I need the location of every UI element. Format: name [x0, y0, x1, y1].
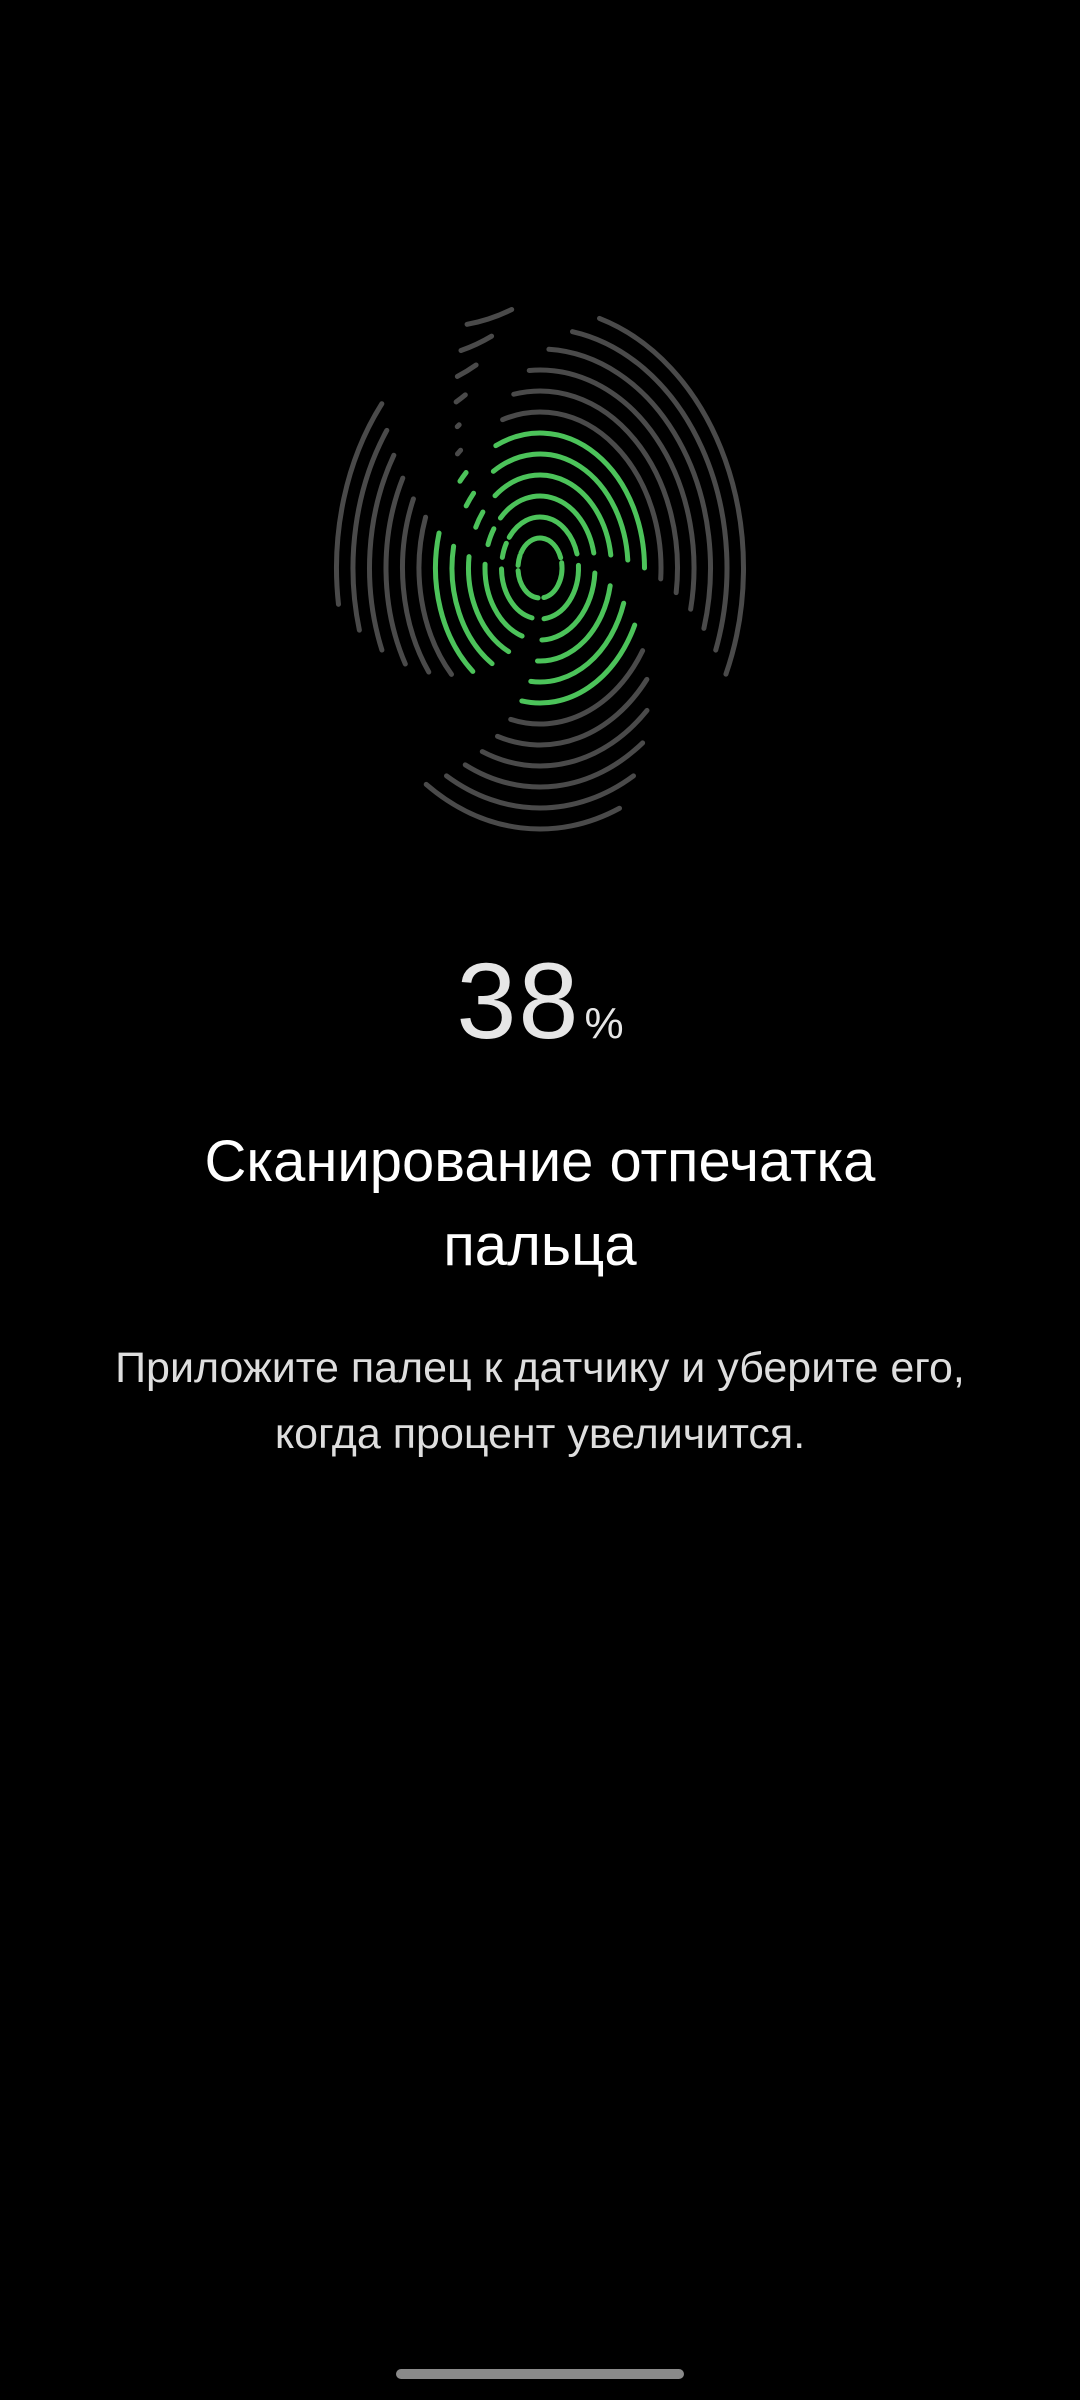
fingerprint-ridge	[541, 560, 565, 601]
fingerprint-ridge	[569, 329, 730, 653]
fingerprint-ridge	[511, 388, 680, 596]
fingerprint-ridge	[515, 568, 541, 601]
fingerprint-ridge	[506, 514, 580, 557]
fingerprint-ridge	[457, 470, 469, 484]
fingerprint-ridge	[497, 493, 597, 556]
fingerprint-ridge	[458, 333, 495, 353]
fingerprint-ridge	[473, 509, 486, 530]
fingerprint-ridge	[453, 392, 468, 405]
fingerprint-ridge	[526, 367, 697, 612]
fingerprint-ridge	[499, 540, 509, 560]
fingerprint-ridge	[444, 773, 636, 811]
progress-value: 38	[456, 940, 581, 1061]
instruction-text: Приложите палец к датчику и уберите его,…	[115, 1344, 965, 1458]
page-title: Сканирование отпечатка пальца	[204, 1129, 876, 1278]
fingerprint-ridge	[508, 648, 646, 727]
fingerprint-ridge	[454, 447, 464, 457]
fingerprint-ridge	[454, 422, 462, 430]
fingerprint-ridge	[463, 490, 477, 509]
fingerprint-ridge	[485, 526, 497, 548]
fingerprint-ridge	[464, 307, 515, 327]
fingerprint-ridge	[515, 552, 523, 568]
fingerprint-ridge	[546, 346, 713, 631]
fingerprint-icon	[334, 307, 746, 832]
progress-percentage: 38%	[0, 938, 1080, 1063]
fingerprint-ridge	[518, 535, 564, 561]
fingerprint-enrollment-screen: 38% Сканирование отпечатка пальца Прилож…	[0, 0, 1080, 2400]
fingerprint-ridge	[454, 362, 479, 379]
progress-unit: %	[584, 999, 624, 1048]
gesture-navigation-bar[interactable]	[396, 2369, 684, 2379]
